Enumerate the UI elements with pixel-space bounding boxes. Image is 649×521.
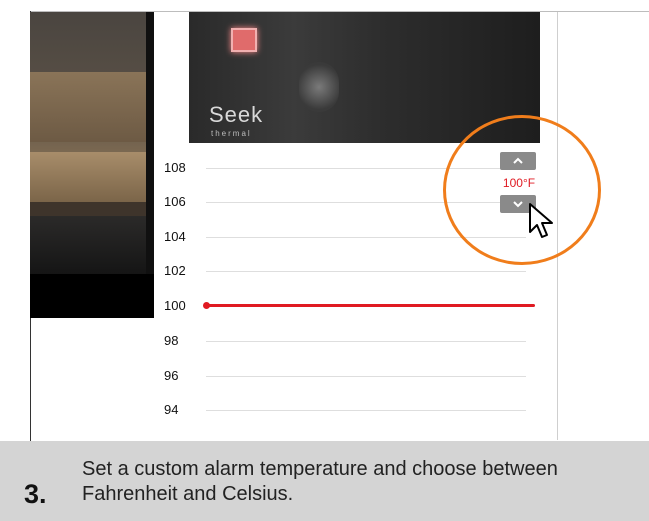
left-border bbox=[0, 11, 31, 441]
stacked-boxes bbox=[30, 72, 154, 142]
seek-logo-subtitle: thermal bbox=[211, 129, 252, 138]
tick-label: 102 bbox=[164, 263, 186, 278]
warehouse-photo bbox=[30, 12, 154, 274]
scale-tick: 102 bbox=[164, 263, 534, 279]
scale-tick: 94 bbox=[164, 402, 534, 418]
pallet bbox=[30, 202, 154, 216]
tick-rule bbox=[206, 410, 526, 411]
tick-label: 100 bbox=[164, 298, 186, 313]
thermal-object bbox=[299, 62, 339, 112]
tick-rule bbox=[206, 341, 526, 342]
top-border bbox=[0, 0, 649, 12]
highlight-circle bbox=[443, 115, 601, 265]
tick-label: 108 bbox=[164, 160, 186, 175]
instruction-caption: 3. Set a custom alarm temperature and ch… bbox=[0, 441, 649, 521]
tick-label: 104 bbox=[164, 229, 186, 244]
mouse-pointer-icon bbox=[529, 203, 553, 238]
tick-rule bbox=[206, 376, 526, 377]
alarm-threshold-line[interactable] bbox=[206, 304, 535, 307]
tick-label: 96 bbox=[164, 368, 179, 383]
floor bbox=[30, 216, 154, 274]
visual-camera-view bbox=[30, 12, 154, 318]
scale-tick: 96 bbox=[164, 368, 534, 384]
tick-label: 106 bbox=[164, 194, 186, 209]
step-description: Set a custom alarm temperature and choos… bbox=[82, 458, 558, 505]
tick-label: 98 bbox=[164, 333, 179, 348]
tick-label: 94 bbox=[164, 402, 179, 417]
step-number: 3. bbox=[24, 479, 47, 509]
photo-edge bbox=[146, 12, 154, 274]
seek-logo: Seek bbox=[209, 102, 264, 127]
hot-spot-marker bbox=[231, 28, 257, 52]
scale-tick: 98 bbox=[164, 333, 534, 349]
tick-rule bbox=[206, 271, 526, 272]
stacked-boxes-lower bbox=[30, 152, 154, 202]
